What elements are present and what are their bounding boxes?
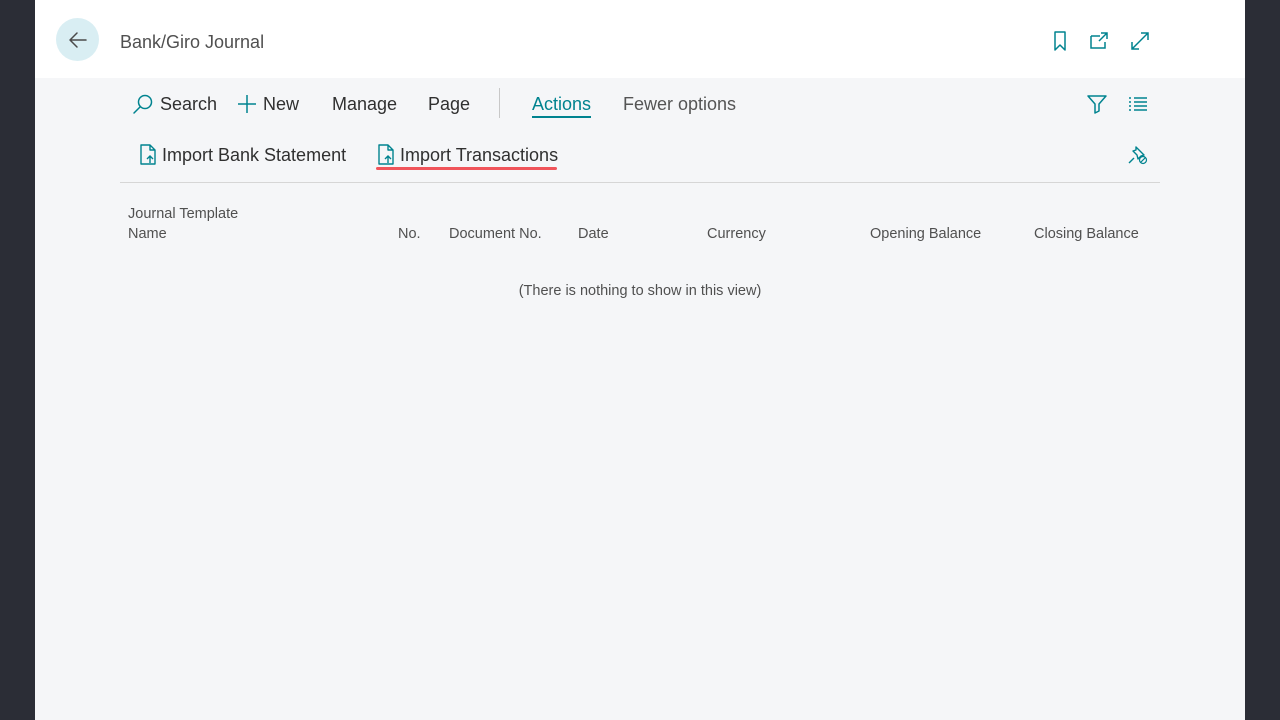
import-transactions-button[interactable]: Import Transactions	[376, 140, 558, 170]
bookmark-button[interactable]	[1048, 29, 1072, 53]
col-opening-balance[interactable]: Opening Balance	[870, 224, 981, 244]
back-arrow-icon	[68, 31, 87, 48]
highlight-underline	[376, 167, 557, 170]
page-label: Page	[428, 93, 471, 114]
list-view-button[interactable]	[1126, 92, 1150, 116]
filter-button[interactable]	[1085, 92, 1109, 116]
back-button[interactable]	[56, 18, 99, 61]
import-bank-statement-button[interactable]: Import Bank Statement	[138, 140, 346, 170]
page-header: Bank/Giro Journal	[35, 0, 1245, 78]
search-button[interactable]: Search	[132, 88, 217, 120]
unpin-actions-button[interactable]	[1126, 142, 1150, 166]
col-journal-template-name[interactable]: Journal Template Name	[128, 204, 238, 244]
col-closing-balance[interactable]: Closing Balance	[1034, 224, 1139, 244]
search-icon	[133, 94, 153, 114]
list-icon	[1129, 97, 1147, 111]
manage-label: Manage	[332, 93, 398, 114]
page-container: Bank/Giro Journal Search New Manage Page…	[35, 0, 1245, 720]
col-date[interactable]: Date	[578, 224, 609, 244]
actions-tab[interactable]: Actions	[532, 88, 592, 120]
new-button[interactable]: New	[237, 88, 299, 120]
action-toolbar: Search New Manage Page Actions Fewer opt…	[120, 88, 1160, 122]
col-document-no[interactable]: Document No.	[449, 224, 542, 244]
open-in-new-window-icon	[1090, 32, 1108, 49]
actions-label: Actions	[532, 93, 592, 114]
actions-bar: Import Bank Statement Import Transaction…	[120, 140, 1160, 174]
col-no[interactable]: No.	[398, 224, 421, 244]
empty-state-message: (There is nothing to show in this view)	[518, 283, 762, 299]
expand-icon	[1131, 32, 1149, 50]
plus-icon	[238, 95, 256, 113]
expand-button[interactable]	[1128, 29, 1152, 53]
document-import-icon	[378, 144, 394, 165]
open-new-window-button[interactable]	[1087, 29, 1111, 53]
page-title: Bank/Giro Journal	[120, 32, 265, 52]
document-import-icon	[140, 144, 156, 165]
fewer-options-label: Fewer options	[623, 93, 737, 114]
content-divider	[120, 182, 1160, 183]
filter-icon	[1087, 95, 1107, 114]
new-label: New	[263, 93, 300, 114]
import-bank-statement-label: Import Bank Statement	[162, 144, 347, 165]
search-label: Search	[160, 93, 218, 114]
bookmark-icon	[1054, 31, 1066, 51]
manage-menu[interactable]: Manage	[332, 88, 397, 120]
fewer-options-button[interactable]: Fewer options	[623, 88, 736, 120]
toolbar-separator	[499, 88, 500, 118]
import-transactions-label: Import Transactions	[400, 144, 559, 165]
col-currency[interactable]: Currency	[707, 224, 766, 244]
page-menu[interactable]: Page	[428, 88, 470, 120]
unpin-icon	[1128, 146, 1148, 165]
